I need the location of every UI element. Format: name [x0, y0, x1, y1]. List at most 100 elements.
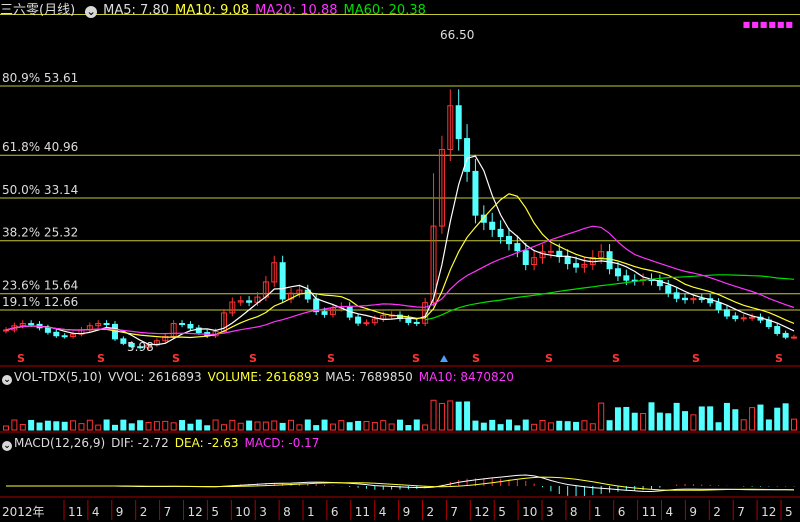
candle-body	[472, 170, 479, 216]
volume-bar	[606, 420, 613, 431]
volume-bar	[111, 424, 118, 431]
fib-label: 38.2% 25.32	[2, 226, 78, 240]
signal-marker: S	[545, 352, 553, 365]
time-axis-label: 4	[666, 505, 674, 519]
signal-marker: S	[472, 352, 480, 365]
volume-bar	[355, 420, 362, 431]
time-axis-label: 5	[498, 505, 506, 519]
time-axis-label: 1	[594, 505, 602, 519]
macd-settings-icon[interactable]: ⌄	[2, 441, 12, 451]
candle-body	[505, 235, 512, 245]
time-axis-label: 7	[737, 505, 745, 519]
candle-body	[740, 317, 747, 320]
high-price-label: 66.50	[440, 28, 474, 42]
low-price-label: 5.98	[127, 340, 154, 354]
candle-body	[791, 336, 797, 339]
signal-marker: S	[412, 352, 420, 365]
candle-body	[723, 309, 730, 317]
candle-body	[547, 250, 554, 253]
time-axis-label: 4	[379, 505, 387, 519]
volume-bar	[698, 406, 705, 431]
signal-marker: S	[17, 352, 25, 365]
volume-bar	[321, 419, 328, 431]
candle-body	[665, 285, 672, 294]
volume-bar	[514, 425, 521, 431]
time-axis-label: 11	[355, 505, 370, 519]
time-axis-label: 9	[116, 505, 124, 519]
signal-marker: S	[692, 352, 700, 365]
volume-bar	[36, 422, 43, 431]
volume-settings-icon[interactable]: ⌄	[2, 375, 12, 385]
volume-bar	[732, 409, 739, 431]
volume-bar	[61, 421, 68, 431]
volume-bar	[505, 419, 512, 431]
volume-bar	[682, 411, 689, 431]
macd-value: MACD: -0.17	[244, 436, 320, 450]
time-axis-label: 9	[403, 505, 411, 519]
time-axis-label: 3	[546, 505, 554, 519]
time-axis-label: 11	[68, 505, 83, 519]
volume-bar	[279, 422, 286, 431]
candle-body	[413, 321, 420, 324]
volume-bar	[774, 407, 781, 431]
volume-bar	[120, 419, 127, 431]
vol-indicator-title: VOL-TDX(5,10)	[14, 370, 103, 384]
time-axis-label: 8	[570, 505, 578, 519]
volume-bar	[103, 419, 110, 431]
volume-bar	[204, 425, 211, 431]
candle-body	[464, 138, 471, 172]
time-axis-label: 7	[164, 505, 172, 519]
volume-bar	[497, 424, 504, 431]
stock-title: 三六零(月线)	[0, 3, 76, 18]
volume-bar	[187, 423, 194, 431]
time-axis-label: 8	[283, 505, 291, 519]
candle-body	[44, 327, 51, 333]
volume-bar	[757, 404, 764, 431]
volume-bar	[782, 403, 789, 431]
volume-bar	[707, 406, 714, 431]
candle-body	[455, 105, 462, 140]
time-axis-label: 2	[140, 505, 148, 519]
volume-bar	[765, 419, 772, 431]
candle-body	[749, 316, 756, 319]
candle-body	[698, 298, 705, 301]
time-axis-label: 12	[188, 505, 203, 519]
volume-bar	[179, 420, 186, 431]
more-dots-icon[interactable]: ■■■■■■	[743, 20, 794, 29]
fib-label: 61.8% 40.96	[2, 140, 78, 154]
vvol-value: VVOL: 2616893	[108, 370, 202, 384]
macd-header: ⌄ MACD(12,26,9) DIF: -2.72 DEA: -2.63 MACD: …	[0, 434, 325, 452]
volume-bar	[614, 407, 621, 431]
settings-circle-icon[interactable]: ⌄	[85, 6, 98, 18]
candle-body	[522, 250, 529, 265]
volume-bar	[346, 422, 353, 431]
candle-body	[363, 322, 370, 325]
candle-body	[61, 335, 68, 338]
time-axis-label: 7	[450, 505, 458, 519]
candle-body	[682, 297, 689, 301]
price-header: 三六零(月线) ⌄ MA5: 7.80 MA10: 9.08 MA20: 10.88 MA…	[0, 0, 432, 22]
volume-bar	[556, 420, 563, 431]
time-axis-label: 5	[211, 505, 219, 519]
volume-bar	[44, 420, 51, 431]
volume-bar	[656, 412, 663, 431]
time-axis-label: 2	[713, 505, 721, 519]
vol-ma10-value: MA10: 8470820	[418, 370, 514, 384]
signal-marker: S	[327, 352, 335, 365]
volume-bar	[472, 420, 479, 431]
volume-bar	[489, 419, 496, 431]
candle-body	[321, 311, 328, 315]
candle-body	[53, 331, 60, 337]
candle-body	[514, 243, 521, 252]
volume-bar	[464, 401, 471, 431]
volume-bar	[623, 406, 630, 431]
dif-value: DIF: -2.72	[111, 436, 169, 450]
time-axis-label: 5	[785, 505, 793, 519]
ma60-value: MA60: 20.38	[343, 3, 426, 18]
volume-bar	[715, 422, 722, 431]
ma5-value: MA5: 7.80	[103, 3, 169, 18]
volume-bar	[522, 419, 529, 431]
vol-ma5-value: MA5: 7689850	[325, 370, 413, 384]
candle-body	[279, 262, 286, 300]
volume-header: ⌄ VOL-TDX(5,10) VVOL: 2616893 VOLUME: 26168…	[0, 368, 520, 386]
